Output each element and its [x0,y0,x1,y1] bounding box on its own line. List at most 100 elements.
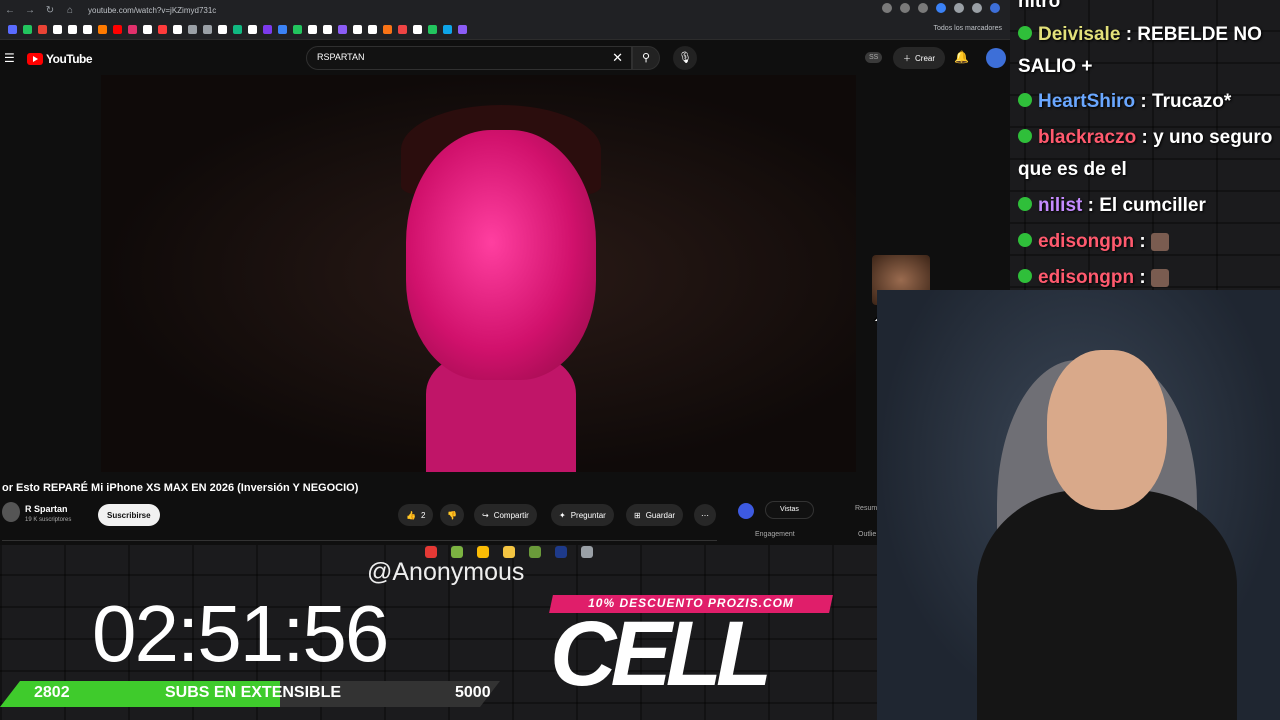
bookmark-favicon[interactable] [428,25,437,34]
bookmark-favicon[interactable] [158,25,167,34]
bookmark-favicon[interactable] [458,25,467,34]
tab-resumen[interactable]: Resum [855,505,877,512]
bookmark-favicon[interactable] [8,25,17,34]
menu-icon[interactable] [972,3,982,13]
folder-icon[interactable] [503,546,515,558]
taskbar-app-icon[interactable] [425,546,437,558]
like-button[interactable]: 👍 2 [398,504,434,526]
bookmark-favicon[interactable] [323,25,332,34]
share-button[interactable]: ↪ Compartir [474,504,537,526]
clear-icon[interactable]: ✕ [612,50,623,66]
chrome-icon[interactable] [477,546,489,558]
badge-icon [1018,196,1032,211]
subscribe-button[interactable]: Suscribirse [98,504,160,526]
subs-label: SUBS EN EXTENSIBLE [165,684,342,701]
forward-icon[interactable]: → [20,5,40,16]
streamer-body [977,490,1237,720]
home-icon[interactable]: ⌂ [60,5,80,16]
bookmark-favicon[interactable] [308,25,317,34]
bookmark-favicon[interactable] [143,25,152,34]
youtube-logo-text: YouTube [46,52,93,66]
bookmark-favicon[interactable] [383,25,392,34]
bookmark-favicon[interactable] [128,25,137,34]
bookmark-icon: ⊞ [634,510,641,520]
promo-brand: CELL [550,603,772,705]
bookmark-favicon[interactable] [263,25,272,34]
photoshop-icon[interactable] [555,546,567,558]
chat-text: : Trucazo* [1140,91,1232,112]
search-button[interactable]: ⚲ [632,46,660,70]
more-button[interactable]: ⋯ [694,504,716,526]
youtube-logo[interactable]: YouTube [27,52,93,66]
bookmark-favicon[interactable] [278,25,287,34]
back-icon[interactable]: ← [0,5,20,16]
avatar[interactable] [986,48,1006,68]
star-icon[interactable] [918,3,928,13]
dislike-button[interactable]: 👎 [440,504,464,526]
puzzle-icon[interactable] [954,3,964,13]
ask-button[interactable]: ✦ Preguntar [551,504,614,526]
chat-username: Deivisale [1038,24,1121,45]
bookmark-favicon[interactable] [173,25,182,34]
bookmark-favicon[interactable] [413,25,422,34]
badge-icon [1018,232,1032,247]
badge-icon [1018,92,1032,107]
profile-icon[interactable] [990,3,1000,13]
bookmarks-folder[interactable]: Todos los marcadores [934,25,1002,32]
bookmark-favicon[interactable] [83,25,92,34]
chat-text: : [1139,267,1146,288]
search-input[interactable]: RSPARTAN ✕ [306,46,632,70]
taskbar-app-icon[interactable] [451,546,463,558]
chat-username: blackraczo [1038,127,1137,148]
bookmark-favicon[interactable] [188,25,197,34]
outlier-label: Outlie [858,531,877,538]
bookmark-favicon[interactable] [338,25,347,34]
save-button[interactable]: ⊞ Guardar [626,504,684,526]
bell-icon[interactable]: 🔔 [954,50,969,64]
extension-icon[interactable] [936,3,946,13]
taskbar-app-icon[interactable] [529,546,541,558]
url-text[interactable]: youtube.com/watch?v=jKZimyd731c [88,6,216,15]
bookmark-favicon[interactable] [368,25,377,34]
bookmark-favicon[interactable] [68,25,77,34]
hamburger-icon[interactable]: ☰ [4,51,15,65]
bookmark-favicon[interactable] [353,25,362,34]
bookmark-favicon[interactable] [38,25,47,34]
chat-message: nilist : El cumciller [1018,190,1280,222]
chat-message: edisongpn : [1018,226,1280,258]
video-title: or Esto REPARÉ Mi iPhone XS MAX EN 2026 … [2,482,359,494]
bookmarks-bar: Todos los marcadores [0,20,1010,40]
video-person-face [406,130,596,380]
ss-badge[interactable]: SS [865,52,883,63]
save-label: Guardar [645,510,676,520]
sparkle-icon: ✦ [559,510,566,520]
voice-search-button[interactable]: 🎙 [673,46,697,70]
mention-text: @Anonymous [367,558,525,586]
bookmark-favicon[interactable] [113,25,122,34]
bookmark-favicon[interactable] [53,25,62,34]
bookmark-favicon[interactable] [398,25,407,34]
zoom-icon[interactable] [882,3,892,13]
bookmark-favicon[interactable] [293,25,302,34]
bookmark-favicon[interactable] [443,25,452,34]
ask-label: Preguntar [570,510,606,520]
create-button[interactable]: ＋ Crear [893,47,946,69]
bookmark-favicon[interactable] [233,25,242,34]
reload-icon[interactable]: ↻ [40,5,60,16]
like-icon: 👍 [406,510,416,520]
bookmark-favicon[interactable] [203,25,212,34]
youtube-header: ☰ YouTube RSPARTAN ✕ ⚲ 🎙 SS ＋ Crear 🔔 [0,40,1010,76]
channel-name[interactable]: R Spartan [25,504,68,514]
chat-message: edisongpn : [1018,262,1280,292]
video-player[interactable] [101,75,856,472]
bookmark-favicon[interactable] [218,25,227,34]
bookmark-favicon[interactable] [23,25,32,34]
share-page-icon[interactable] [900,3,910,13]
channel-avatar[interactable] [2,502,20,522]
bookmark-favicon[interactable] [98,25,107,34]
mic-icon: 🎙 [678,52,692,64]
tab-vistas[interactable]: Vistas [765,501,814,519]
bookmark-favicon[interactable] [248,25,257,34]
taskbar-app-icon[interactable] [581,546,593,558]
extension-logo-icon[interactable] [738,503,754,519]
